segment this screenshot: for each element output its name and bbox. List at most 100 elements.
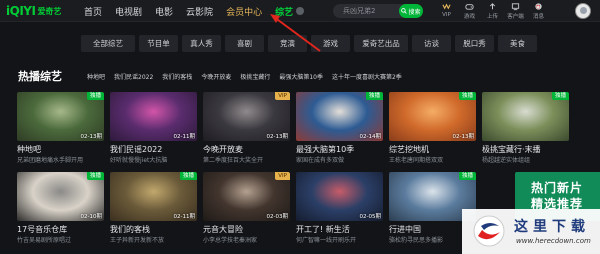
quick-link[interactable]: 种地吧 <box>87 72 105 81</box>
category-iqiyi-original[interactable]: 爱奇艺出品 <box>354 35 408 52</box>
video-title[interactable]: 行进中国 <box>389 224 421 235</box>
quick-link[interactable]: 今晚开放麦 <box>201 72 231 81</box>
header-tools: VIP 游戏 上传 客户端 ⏰ 消息 <box>435 2 550 21</box>
badge: 独播 <box>365 92 383 100</box>
site-logo[interactable]: iQIYI 爱奇艺 <box>6 3 61 19</box>
logo-subtext: 爱奇艺 <box>37 6 62 16</box>
section-title: 热播综艺 <box>18 70 62 83</box>
nav-home[interactable]: 首页 <box>84 5 102 18</box>
quick-link[interactable]: 最强大脑第10季 <box>279 72 323 81</box>
video-title[interactable]: 今晚开放麦 <box>203 144 243 155</box>
watermark-text: 这里下载 <box>514 219 590 235</box>
video-thumbnail[interactable]: 独播 02-13期 <box>389 92 476 141</box>
video-title[interactable]: 最强大脑第10季 <box>296 144 354 155</box>
video-thumbnail[interactable]: 独播 02-14期 <box>296 92 383 141</box>
video-title[interactable]: 我们的客栈 <box>110 224 150 235</box>
episode-date: 02-11期 <box>173 134 195 140</box>
video-description: 第二季度狂百大奖全开 <box>203 157 264 164</box>
episode-date: 02-14期 <box>359 134 381 140</box>
video-description: 兄弟团磨地痛水手脚开用 <box>17 157 84 164</box>
video-title[interactable]: 极挑宝藏行·末播 <box>482 144 541 155</box>
vip-icon <box>442 3 451 10</box>
nav-variety[interactable]: 综艺 <box>275 5 293 18</box>
search-button[interactable]: 搜索 <box>399 4 423 18</box>
badge: 独播 <box>458 92 476 100</box>
vip-tool[interactable]: VIP <box>435 2 458 21</box>
quick-link[interactable]: 极挑宝藏行 <box>240 72 270 81</box>
nav-member-center[interactable]: 会员中心 <box>226 5 262 18</box>
search-button-label: 搜索 <box>408 8 421 16</box>
video-description: 家国在成有多双做 <box>296 157 345 164</box>
video-thumbnail[interactable]: 独播 02-11期 <box>110 172 197 221</box>
video-thumbnail[interactable]: 02-11期 <box>110 92 197 141</box>
svg-text:⏰: ⏰ <box>536 4 541 9</box>
category-filter: 全部综艺 节目单 真人秀 喜剧 竞演 游戏 爱奇艺出品 访谈 脱口秀 美食 <box>81 35 537 52</box>
promo-line-1: 热门新片 <box>531 181 584 195</box>
video-title[interactable]: 开工了! 新生活 <box>296 224 350 235</box>
video-thumbnail[interactable]: 独播 <box>482 92 569 141</box>
video-title[interactable]: 元音大冒险 <box>203 224 243 235</box>
badge: VIP <box>275 92 290 100</box>
category-program-list[interactable]: 节目单 <box>139 35 178 52</box>
video-title[interactable]: 17号音乐仓库 <box>17 224 67 235</box>
video-thumbnail[interactable]: VIP 02-03期 <box>203 172 290 221</box>
avatar[interactable] <box>575 3 591 19</box>
video-thumbnail[interactable]: 02-05期 <box>296 172 383 221</box>
client-tool[interactable]: 客户端 <box>504 2 527 21</box>
video-title[interactable]: 综艺挖地机 <box>389 144 429 155</box>
badge: 独播 <box>86 92 104 100</box>
iqiyi-variety-page: iQIYI 爱奇艺 首页 电视剧 电影 云影院 会员中心 综艺 兵凶兄弟2 搜索… <box>0 0 600 254</box>
category-comedy[interactable]: 喜剧 <box>225 35 264 52</box>
video-thumbnail[interactable]: VIP 02-13期 <box>203 92 290 141</box>
video-description: 王子异新开发新不放 <box>110 237 165 244</box>
category-reality-show[interactable]: 真人秀 <box>182 35 221 52</box>
video-description: 何广智嘛一线开刷乐开 <box>296 237 357 244</box>
video-description: 好听就慢慢jiet大抗脑 <box>110 157 168 164</box>
upload-icon <box>489 3 496 10</box>
tool-label-client: 客户端 <box>507 14 524 20</box>
watermark-url: www.herecdown.com <box>516 237 591 245</box>
category-food[interactable]: 美食 <box>498 35 537 52</box>
search-box: 兵凶兄弟2 搜索 <box>333 4 423 18</box>
video-title[interactable]: 种地吧 <box>17 144 41 155</box>
top-navigation-bar: iQIYI 爱奇艺 首页 电视剧 电影 云影院 会员中心 综艺 兵凶兄弟2 搜索… <box>0 0 600 22</box>
tool-label-vip: VIP <box>442 12 451 18</box>
episode-date: 02-13期 <box>80 134 102 140</box>
video-thumbnail[interactable]: 独播 02-10期 <box>17 172 104 221</box>
message-tool[interactable]: ⏰ 消息 <box>527 2 550 21</box>
nav-cloud-cinema[interactable]: 云影院 <box>186 5 213 18</box>
logo-text: iQIYI <box>6 4 36 18</box>
badge: 独播 <box>179 172 197 180</box>
episode-date: 02-05期 <box>359 214 381 220</box>
tool-label-upload: 上传 <box>486 14 498 20</box>
section-quick-links: 种地吧 我们民谣2022 我们的客栈 今晚开放麦 极挑宝藏行 最强大脑第10季 … <box>87 72 411 81</box>
category-interview[interactable]: 访谈 <box>412 35 451 52</box>
category-game[interactable]: 游戏 <box>311 35 350 52</box>
video-thumbnail[interactable]: 独播 02-13期 <box>17 92 104 141</box>
client-icon <box>511 3 520 11</box>
search-input[interactable]: 兵凶兄弟2 <box>343 6 375 16</box>
quick-link[interactable]: 我们民谣2022 <box>114 72 153 81</box>
watermark-logo-icon <box>473 215 505 247</box>
main-nav: 首页 电视剧 电影 云影院 会员中心 综艺 <box>84 0 305 22</box>
game-tool[interactable]: 游戏 <box>458 2 481 21</box>
category-all-variety[interactable]: 全部综艺 <box>81 35 135 52</box>
category-competition[interactable]: 竞演 <box>268 35 307 52</box>
video-description: 竹吉吴易剧所原唱过 <box>17 237 72 244</box>
upload-tool[interactable]: 上传 <box>481 2 504 21</box>
quick-link[interactable]: 这十年一度喜剧大赛第2季 <box>332 72 402 81</box>
video-description: 骆松豹寻民思多播影 <box>389 237 444 244</box>
quick-link[interactable]: 我们的客栈 <box>162 72 192 81</box>
episode-date: 02-03期 <box>266 214 288 220</box>
nav-tv[interactable]: 电视剧 <box>115 5 142 18</box>
game-icon <box>465 4 474 10</box>
category-talk-show[interactable]: 脱口秀 <box>455 35 494 52</box>
nav-movie[interactable]: 电影 <box>155 5 173 18</box>
badge: 独播 <box>86 172 104 180</box>
video-title[interactable]: 我们民谣2022 <box>110 144 162 155</box>
episode-date: 02-13期 <box>452 134 474 140</box>
badge: 独播 <box>458 172 476 180</box>
tool-label-game: 游戏 <box>463 14 475 20</box>
episode-date: 02-13期 <box>266 134 288 140</box>
chevron-down-icon[interactable] <box>296 7 305 15</box>
